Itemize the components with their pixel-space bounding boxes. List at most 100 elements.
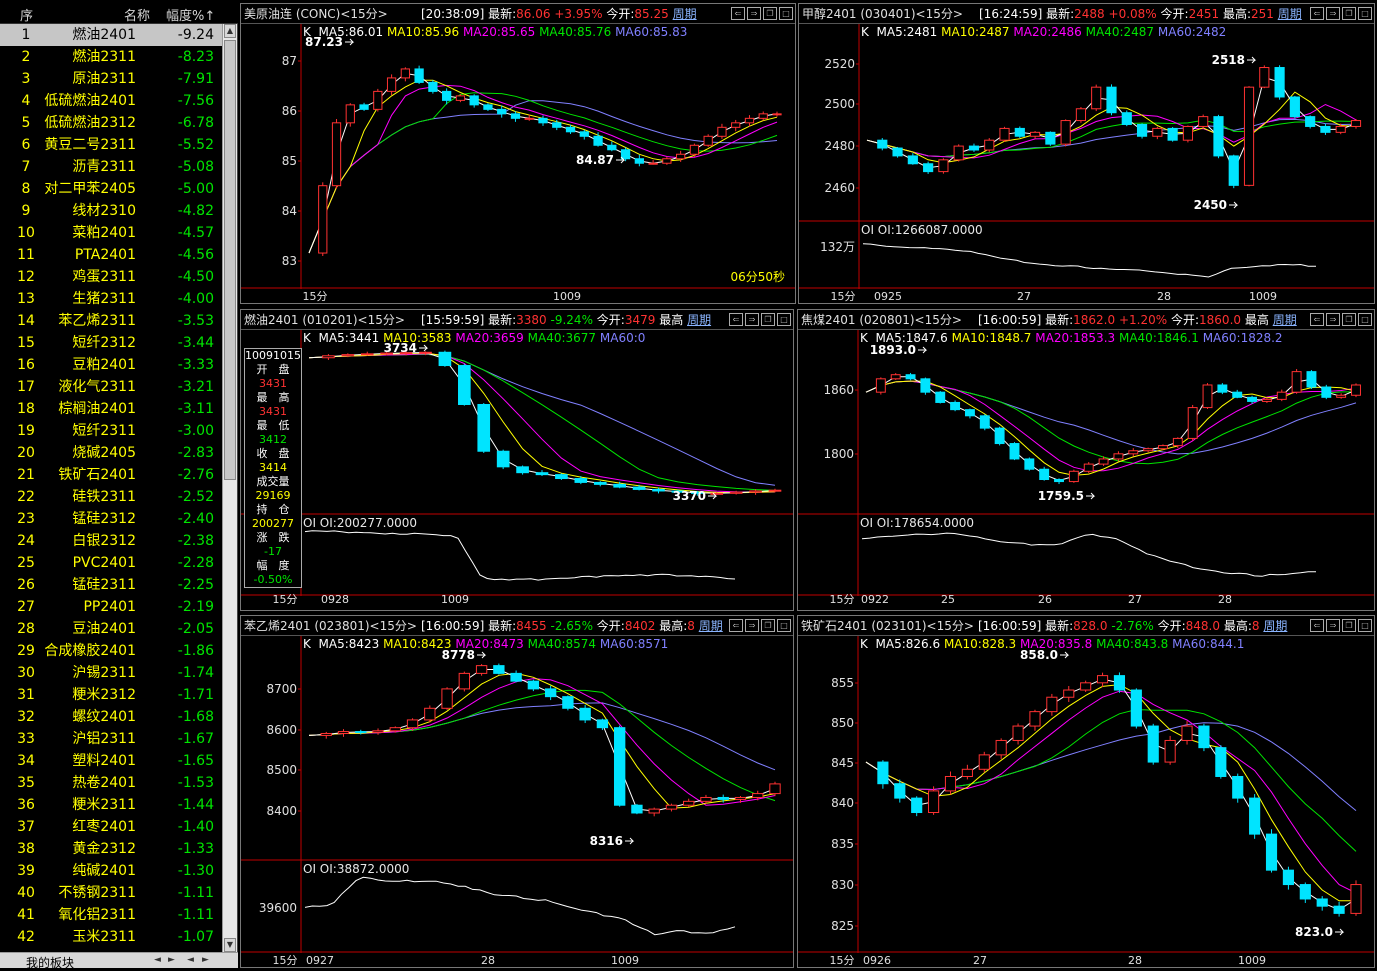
list-item[interactable]: 6 黄豆二号2311 -5.52 [0,134,222,156]
chart-panel-4[interactable]: 8700 8600 8500 8400 8778 8316 39600 15分 0927 28 10… [240,615,794,968]
chart-panel-5[interactable]: 855 850 845 840 835 830 825 858.0 823.0 15分 0926 27… [797,615,1375,968]
list-item[interactable]: 10 菜粕2401 -4.57 [0,222,222,244]
chart-panel-1[interactable]: 2520 2500 2480 2460 2518 2450 132万 15分 0925 27 28 1… [798,3,1375,304]
list-item[interactable]: 16 豆粕2401 -3.33 [0,354,222,376]
list-item[interactable]: 36 粳米2311 -1.44 [0,794,222,816]
list-item[interactable]: 30 沪锡2311 -1.74 [0,662,222,684]
period-link[interactable]: 周期 [1278,7,1302,21]
chart-panel-2[interactable]: 3734 3370 15分 0928 1009 燃油2401 (010201)<15分>… [240,309,794,611]
prev-icon[interactable]: ⇐ [1310,619,1324,632]
next-icon[interactable]: ⇒ [745,619,759,632]
list-item[interactable]: 21 铁矿石2401 -2.76 [0,464,222,486]
maximize-icon[interactable]: □ [777,619,791,632]
list-item[interactable]: 15 短纤2312 -3.44 [0,332,222,354]
list-item[interactable]: 8 对二甲苯2405 -5.00 [0,178,222,200]
sidebar-scrollbar[interactable]: ▲ ▼ [222,24,237,952]
chart-panel-3[interactable]: 1860 1800 1893.0 1759.5 15分 0922 25 26 27 28 焦煤24… [797,309,1375,611]
list-item[interactable]: 23 锰硅2312 -2.40 [0,508,222,530]
list-item[interactable]: 34 塑料2401 -1.65 [0,750,222,772]
price-chart[interactable]: 8700860085008400877883163960015分 0927 28 10… [241,616,793,967]
next-icon[interactable]: ⇒ [1326,313,1340,326]
list-item[interactable]: 18 棕榈油2401 -3.11 [0,398,222,420]
next-icon[interactable]: ⇒ [1326,619,1340,632]
tab-right-icon[interactable]: ► [200,955,211,966]
list-item[interactable]: 28 豆油2401 -2.05 [0,618,222,640]
panel-title[interactable]: 燃油2401 (010201)<15分> [244,310,405,329]
list-item[interactable]: 38 黄金2312 -1.33 [0,838,222,860]
period-link[interactable]: 周期 [1263,619,1287,633]
tab-left-icon[interactable]: ◄ [185,955,196,966]
panel-title[interactable]: 美原油连 (CONC)<15分> [244,4,388,23]
maximize-icon[interactable]: □ [777,313,791,326]
list-item[interactable]: 35 热卷2401 -1.53 [0,772,222,794]
restore-icon[interactable]: ❐ [761,313,775,326]
scroll-down-icon[interactable]: ▼ [224,938,236,952]
next-icon[interactable]: ⇒ [1326,7,1340,20]
list-item[interactable]: 42 玉米2311 -1.07 [0,926,222,948]
list-item[interactable]: 1 燃油2401 -9.24 [0,24,222,46]
list-item[interactable]: 19 短纤2311 -3.00 [0,420,222,442]
list-item[interactable]: 41 氧化铝2311 -1.11 [0,904,222,926]
col-name-header[interactable]: 名称 [124,5,150,24]
period-link[interactable]: 周期 [699,619,723,633]
list-item[interactable]: 33 沪铝2311 -1.67 [0,728,222,750]
panel-title[interactable]: 铁矿石2401 (023101)<15分> [801,616,974,635]
list-item[interactable]: 39 纯碱2401 -1.30 [0,860,222,882]
restore-icon[interactable]: ❐ [1342,619,1356,632]
price-chart[interactable]: 3734337015分 0928 1009 [241,310,793,610]
price-chart[interactable]: 1860 1800 1893.0 1759.5 15分 0922 25 26 27 28 [798,310,1374,610]
prev-icon[interactable]: ⇐ [729,313,743,326]
period-link[interactable]: 周期 [687,313,711,327]
restore-icon[interactable]: ❐ [1342,7,1356,20]
tab-prev-icon[interactable]: ◄ [152,955,163,966]
list-item[interactable]: 9 线材2310 -4.82 [0,200,222,222]
list-item[interactable]: 3 原油2311 -7.91 [0,68,222,90]
list-item[interactable]: 29 合成橡胶2401 -1.86 [0,640,222,662]
restore-icon[interactable]: ❐ [761,619,775,632]
list-item[interactable]: 32 螺纹2401 -1.68 [0,706,222,728]
prev-icon[interactable]: ⇐ [1310,313,1324,326]
price-chart[interactable]: 855850845840835830825858.0823.015分 0926 27… [798,616,1374,967]
next-icon[interactable]: ⇒ [745,313,759,326]
maximize-icon[interactable]: □ [1358,313,1372,326]
list-item[interactable]: 13 生猪2311 -4.00 [0,288,222,310]
list-item[interactable]: 25 PVC2401 -2.28 [0,552,222,574]
scrollbar-thumb[interactable] [224,40,236,480]
my-board-tab[interactable]: 我的板块 [26,954,74,971]
restore-icon[interactable]: ❐ [763,7,777,20]
list-item[interactable]: 5 低硫燃油2312 -6.78 [0,112,222,134]
price-chart[interactable]: 2520 2500 2480 2460 2518 2450 132万 15分 0925 27 28 1… [799,4,1374,303]
list-item[interactable]: 26 锰硅2311 -2.25 [0,574,222,596]
chart-panel-0[interactable]: 87 86 85 84 83 87.23 84.87 06分50秒 15分 1009 美原油连 (… [240,3,796,304]
list-item[interactable]: 22 硅铁2311 -2.52 [0,486,222,508]
restore-icon[interactable]: ❐ [1342,313,1356,326]
scroll-up-icon[interactable]: ▲ [224,24,236,38]
list-item[interactable]: 37 红枣2401 -1.40 [0,816,222,838]
list-item[interactable]: 20 烧碱2405 -2.83 [0,442,222,464]
panel-title[interactable]: 焦煤2401 (020801)<15分> [801,310,962,329]
col-index-header[interactable]: 序 [20,5,33,24]
col-change-header[interactable]: 幅度%↑ [166,5,215,24]
list-item[interactable]: 4 低硫燃油2401 -7.56 [0,90,222,112]
maximize-icon[interactable]: □ [1358,619,1372,632]
period-link[interactable]: 周期 [1273,313,1297,327]
list-item[interactable]: 24 白银2312 -2.38 [0,530,222,552]
list-item[interactable]: 2 燃油2311 -8.23 [0,46,222,68]
list-item[interactable]: 40 不锈钢2311 -1.11 [0,882,222,904]
panel-title[interactable]: 苯乙烯2401 (023801)<15分> [244,616,417,635]
list-item[interactable]: 17 液化气2311 -3.21 [0,376,222,398]
maximize-icon[interactable]: □ [1358,7,1372,20]
prev-icon[interactable]: ⇐ [731,7,745,20]
maximize-icon[interactable]: □ [779,7,793,20]
prev-icon[interactable]: ⇐ [729,619,743,632]
list-item[interactable]: 27 PP2401 -2.19 [0,596,222,618]
list-item[interactable]: 31 粳米2312 -1.71 [0,684,222,706]
list-item[interactable]: 14 苯乙烯2311 -3.53 [0,310,222,332]
tab-next-icon[interactable]: ► [166,955,177,966]
next-icon[interactable]: ⇒ [747,7,761,20]
period-link[interactable]: 周期 [673,7,697,21]
price-chart[interactable]: 878685848387.2384.8706分50秒15分 1009 [241,4,795,303]
panel-title[interactable]: 甲醇2401 (030401)<15分> [802,4,963,23]
list-item[interactable]: 11 PTA2401 -4.56 [0,244,222,266]
list-item[interactable]: 12 鸡蛋2311 -4.50 [0,266,222,288]
